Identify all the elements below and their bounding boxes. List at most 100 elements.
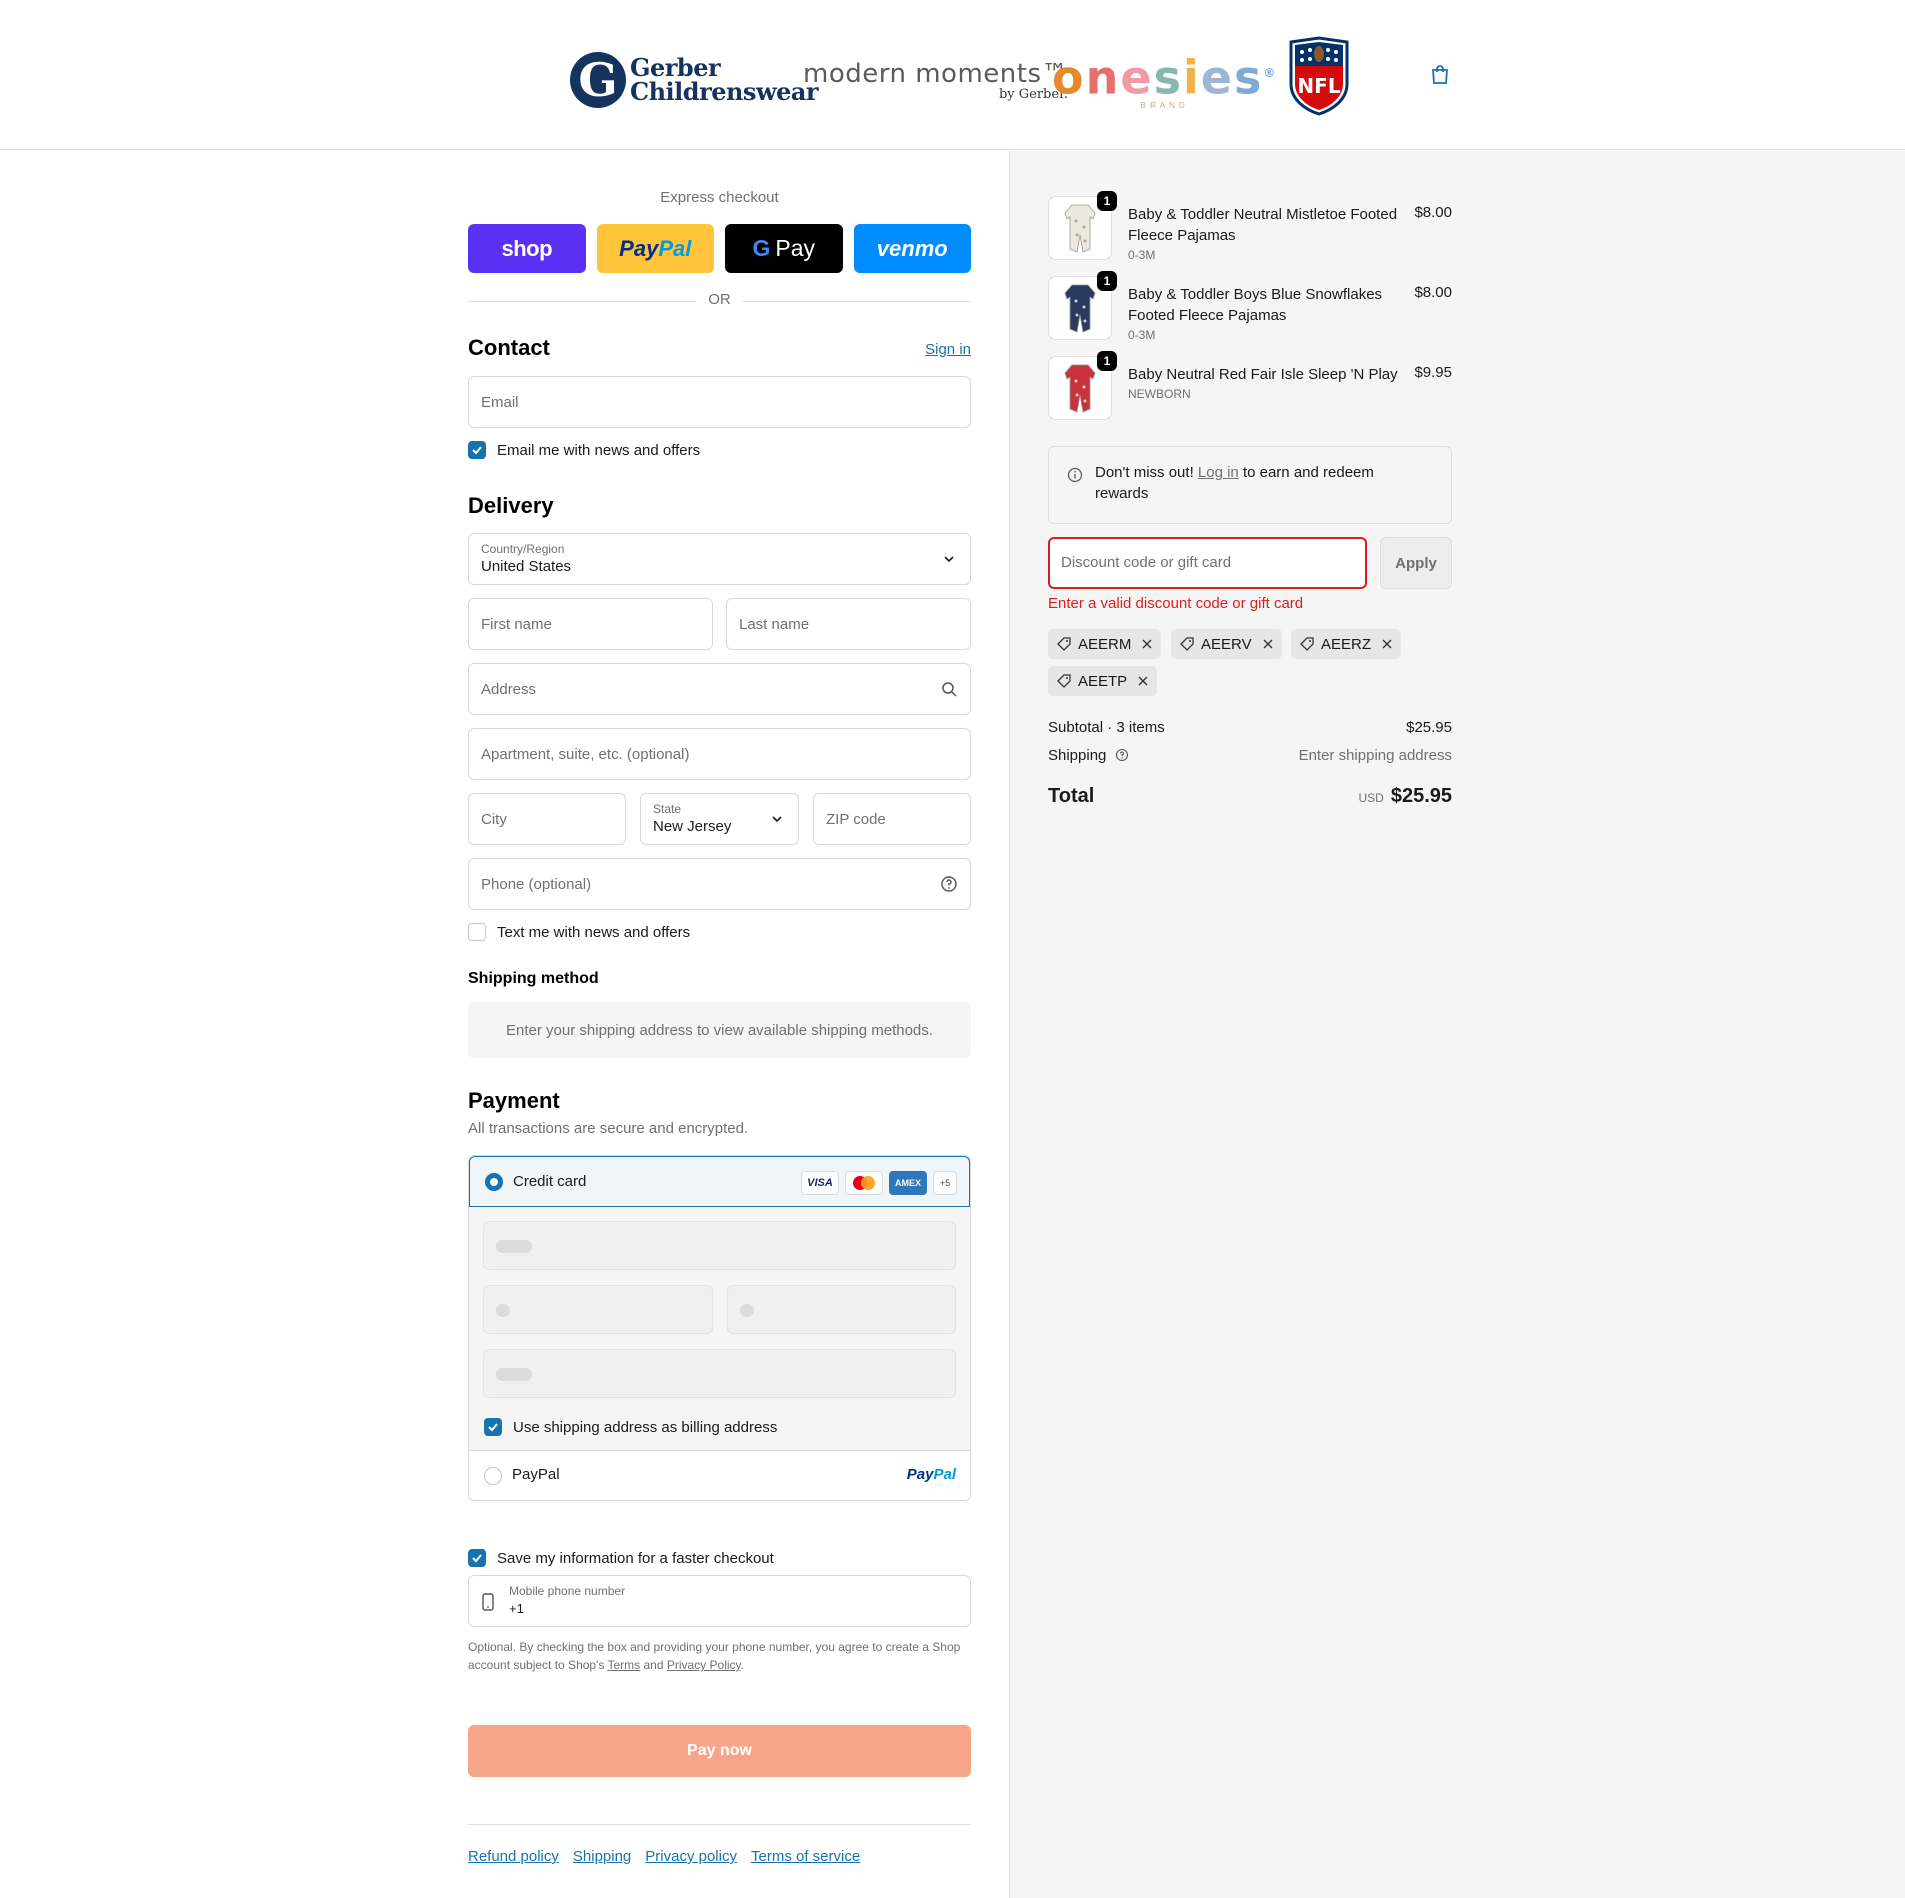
country-select[interactable]: Country/Region United States <box>468 533 971 585</box>
line-item: 1 Baby & Toddler Boys Blue Snowflakes Fo… <box>1048 271 1452 342</box>
checkmark-icon <box>488 1423 498 1432</box>
more-cards-badge: +5 <box>933 1171 957 1195</box>
email-news-checkbox-row[interactable]: Email me with news and offers <box>468 439 700 461</box>
modern-moments-main: modern moments™ <box>803 58 1068 89</box>
google-pay-button[interactable]: G Pay <box>725 224 843 273</box>
paypal-logo: PayPal <box>906 1466 956 1483</box>
gerber-childrenswear-logo[interactable]: G Gerber Childrenswear <box>570 40 819 120</box>
card-number-field[interactable] <box>483 1221 956 1270</box>
address-field[interactable]: Address <box>468 663 971 715</box>
security-code-field[interactable] <box>727 1285 956 1334</box>
product-thumbnail: 1 <box>1048 351 1117 420</box>
credit-card-option[interactable]: Credit card VISA AMEX +5 <box>469 1156 970 1207</box>
shop-pay-button[interactable]: shop <box>468 224 586 273</box>
first-name-field[interactable]: First name <box>468 598 713 650</box>
paypal-radio[interactable] <box>484 1467 502 1485</box>
product-price: $9.95 <box>1414 364 1452 381</box>
billing-address-checkbox[interactable] <box>484 1418 502 1436</box>
discount-tag: AEETP <box>1048 666 1158 696</box>
refund-policy-link[interactable]: Refund policy <box>468 1848 559 1865</box>
rewards-banner: Don't miss out! Log in to earn and redee… <box>1048 446 1452 524</box>
email-news-checkbox[interactable] <box>468 441 486 459</box>
quantity-badge: 1 <box>1097 351 1117 371</box>
product-variant: NEWBORN <box>1128 387 1191 401</box>
shipping-row: Shipping Enter shipping address <box>1048 747 1452 764</box>
save-info-checkbox[interactable] <box>468 1549 486 1567</box>
privacy-policy-footer-link[interactable]: Privacy policy <box>645 1848 737 1865</box>
modern-moments-logo[interactable]: modern moments™ by Gerber. <box>803 40 1068 120</box>
product-name: Baby & Toddler Neutral Mistletoe Footed … <box>1128 206 1398 244</box>
apartment-field[interactable]: Apartment, suite, etc. (optional) <box>468 728 971 780</box>
zip-code-field[interactable]: ZIP code <box>813 793 971 845</box>
shopping-bag-icon[interactable] <box>1428 62 1452 86</box>
terms-of-service-link[interactable]: Terms of service <box>751 1848 860 1865</box>
product-price: $8.00 <box>1414 284 1452 301</box>
payment-subtitle: All transactions are secure and encrypte… <box>468 1120 749 1137</box>
tag-icon <box>1057 637 1071 651</box>
paypal-express-button[interactable]: Pay Pal <box>596 224 714 273</box>
credit-card-form: Use shipping address as billing address <box>469 1207 970 1451</box>
text-news-checkbox[interactable] <box>468 923 486 941</box>
close-icon[interactable] <box>1262 638 1274 650</box>
mobile-phone-icon <box>482 1593 494 1611</box>
total-label: Total <box>1048 785 1095 807</box>
line-item: 1 Baby & Toddler Neutral Mistletoe Foote… <box>1048 191 1452 262</box>
close-icon[interactable] <box>1141 638 1153 650</box>
chevron-down-icon <box>772 816 782 823</box>
terms-link[interactable]: Terms <box>608 1658 641 1672</box>
contact-heading: Contact <box>468 335 550 360</box>
or-divider: OR <box>468 291 971 311</box>
discount-code-input[interactable]: Discount code or gift card <box>1048 537 1367 589</box>
quantity-badge: 1 <box>1097 191 1117 211</box>
product-name: Baby & Toddler Boys Blue Snowflakes Foot… <box>1128 286 1383 324</box>
sign-in-link[interactable]: Sign in <box>925 341 971 358</box>
subtotal-row: Subtotal · 3 items $25.95 <box>1048 719 1452 736</box>
express-checkout-buttons: shop Pay Pal G Pay venmo <box>468 224 971 273</box>
text-news-checkbox-row[interactable]: Text me with news and offers <box>468 921 690 943</box>
gerber-logo-line2: Childrenswear <box>630 77 819 106</box>
city-field[interactable]: City <box>468 793 626 845</box>
header: G Gerber Childrenswear modern moments™ b… <box>0 0 1905 150</box>
info-icon <box>1067 467 1083 483</box>
onesies-wordmark: onesies® <box>1052 50 1278 105</box>
delivery-heading: Delivery <box>468 493 554 518</box>
paypal-option[interactable]: PayPal PayPal <box>469 1451 970 1500</box>
visa-icon: VISA <box>801 1171 839 1195</box>
checkmark-icon <box>472 446 482 455</box>
subtotal-value: $25.95 <box>1406 719 1452 736</box>
tag-icon <box>1057 674 1071 688</box>
help-circle-icon[interactable] <box>940 875 958 893</box>
venmo-button[interactable]: venmo <box>853 224 971 273</box>
apply-discount-button[interactable]: Apply <box>1380 537 1452 589</box>
discount-tag: AEERM <box>1048 629 1162 659</box>
card-brands: VISA AMEX +5 <box>801 1171 957 1195</box>
close-icon[interactable] <box>1137 675 1149 687</box>
payment-heading: Payment <box>468 1088 560 1113</box>
expiration-field[interactable] <box>483 1285 713 1334</box>
google-g-icon: G <box>752 235 771 261</box>
discount-error-message: Enter a valid discount code or gift card <box>1048 595 1304 612</box>
onesies-sub: BRAND <box>1140 100 1189 110</box>
name-on-card-field[interactable] <box>483 1349 956 1398</box>
onesies-logo[interactable]: onesies® BRAND <box>1052 40 1277 120</box>
phone-field[interactable]: Phone (optional) <box>468 858 971 910</box>
shipping-value: Enter shipping address <box>1298 747 1452 764</box>
privacy-policy-link[interactable]: Privacy Policy <box>667 1658 741 1672</box>
close-icon[interactable] <box>1381 638 1393 650</box>
discount-tag: AEERZ <box>1291 629 1402 659</box>
mobile-phone-field[interactable]: Mobile phone number +1 <box>468 1575 971 1627</box>
email-field[interactable]: Email <box>468 376 971 428</box>
save-info-checkbox-row[interactable]: Save my information for a faster checkou… <box>468 1547 774 1569</box>
shipping-policy-link[interactable]: Shipping <box>573 1848 631 1865</box>
credit-card-radio[interactable] <box>485 1173 503 1191</box>
last-name-field[interactable]: Last name <box>726 598 971 650</box>
pay-now-button[interactable]: Pay now <box>468 1725 971 1777</box>
nfl-logo[interactable]: NFL <box>1288 36 1350 116</box>
state-select[interactable]: State New Jersey <box>640 793 799 845</box>
billing-address-checkbox-row[interactable]: Use shipping address as billing address <box>484 1416 777 1438</box>
payment-methods: Credit card VISA AMEX +5 Use shipping ad… <box>468 1155 971 1501</box>
help-circle-icon[interactable] <box>1115 748 1129 762</box>
shipping-method-heading: Shipping method <box>468 970 599 987</box>
log-in-link[interactable]: Log in <box>1198 464 1239 481</box>
product-price: $8.00 <box>1414 204 1452 221</box>
